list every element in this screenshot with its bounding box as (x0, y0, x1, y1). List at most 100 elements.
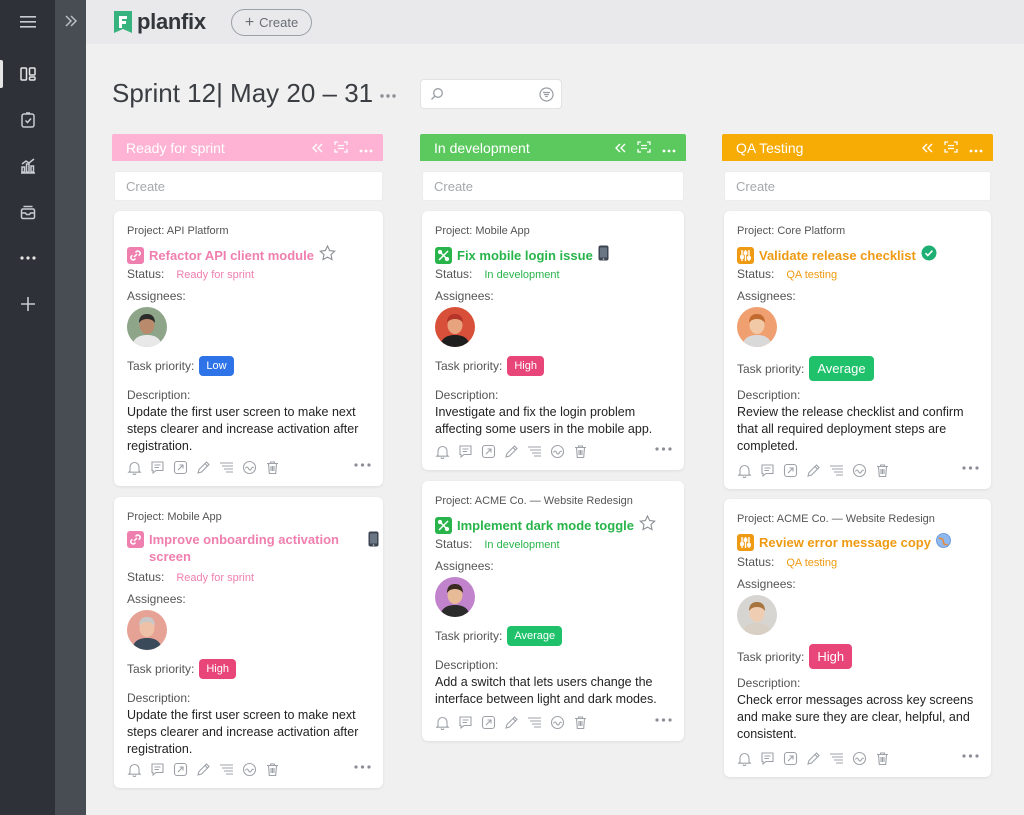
card-title[interactable]: Fix mobile login issue (457, 247, 593, 264)
tasks-icon[interactable] (0, 100, 55, 140)
priority-badge[interactable]: High (809, 644, 853, 669)
collapse-column-icon[interactable] (311, 140, 323, 156)
card-title[interactable]: Review error message copy (759, 534, 931, 551)
collapse-column-icon[interactable] (921, 140, 933, 156)
activity-icon[interactable] (850, 749, 868, 767)
priority-badge[interactable]: Average (507, 626, 563, 646)
comment-icon[interactable] (148, 760, 166, 778)
share-icon[interactable] (781, 461, 799, 479)
analytics-icon[interactable] (0, 146, 55, 186)
card-more-icon[interactable] (655, 438, 672, 456)
task-card-3[interactable]: Project: Mobile App Fix mobile login iss… (422, 211, 684, 470)
planfix-logo[interactable]: planfix (113, 9, 206, 35)
card-title[interactable]: Improve onboarding activation screen (149, 531, 349, 565)
activity-icon[interactable] (548, 713, 566, 731)
avatar[interactable] (127, 610, 167, 650)
bell-icon[interactable] (433, 442, 451, 460)
focus-column-icon[interactable] (637, 140, 651, 156)
add-icon[interactable] (0, 284, 55, 324)
create-button[interactable]: + Create (231, 9, 312, 36)
checklist-icon[interactable] (827, 749, 845, 767)
card-title-row[interactable]: Fix mobile login issue (435, 245, 609, 265)
share-icon[interactable] (171, 760, 189, 778)
edit-icon[interactable] (502, 442, 520, 460)
column-more-icon[interactable] (969, 140, 983, 156)
create-task-input[interactable]: Create (724, 171, 991, 201)
create-task-input[interactable]: Create (422, 171, 684, 201)
edit-icon[interactable] (194, 458, 212, 476)
share-icon[interactable] (781, 749, 799, 767)
task-card-5[interactable]: Project: Core Platform Validate release … (724, 211, 991, 489)
edit-icon[interactable] (804, 749, 822, 767)
task-card-2[interactable]: Project: Mobile App Improve onboarding a… (114, 497, 383, 788)
checklist-icon[interactable] (217, 760, 235, 778)
share-icon[interactable] (479, 442, 497, 460)
priority-badge[interactable]: Average (809, 356, 874, 381)
edit-icon[interactable] (194, 760, 212, 778)
focus-column-icon[interactable] (334, 140, 348, 156)
focus-column-icon[interactable] (944, 140, 958, 156)
checklist-icon[interactable] (217, 458, 235, 476)
trash-icon[interactable] (873, 749, 891, 767)
column-more-icon[interactable] (359, 140, 373, 156)
card-more-icon[interactable] (354, 756, 371, 774)
trash-icon[interactable] (263, 760, 281, 778)
comment-icon[interactable] (456, 713, 474, 731)
comment-icon[interactable] (456, 442, 474, 460)
menu-icon[interactable] (0, 2, 55, 42)
card-title-row[interactable]: Improve onboarding activation screen (127, 531, 379, 565)
checklist-icon[interactable] (525, 713, 543, 731)
checklist-icon[interactable] (827, 461, 845, 479)
share-icon[interactable] (479, 713, 497, 731)
card-title-row[interactable]: Review error message copy (737, 533, 951, 552)
avatar[interactable] (435, 577, 475, 617)
trash-icon[interactable] (263, 458, 281, 476)
priority-badge[interactable]: High (199, 659, 236, 679)
create-task-input[interactable]: Create (114, 171, 383, 201)
share-icon[interactable] (171, 458, 189, 476)
avatar[interactable] (127, 307, 167, 347)
bell-icon[interactable] (125, 458, 143, 476)
card-title-row[interactable]: Implement dark mode toggle (435, 514, 656, 535)
avatar[interactable] (737, 595, 777, 635)
more-icon[interactable] (0, 238, 55, 278)
filter-icon[interactable] (539, 87, 554, 107)
bell-icon[interactable] (735, 461, 753, 479)
task-card-1[interactable]: Project: API Platform Refactor API clien… (114, 211, 383, 486)
bell-icon[interactable] (125, 760, 143, 778)
expand-panel-icon[interactable] (55, 6, 86, 36)
comment-icon[interactable] (758, 461, 776, 479)
card-title[interactable]: Validate release checklist (759, 247, 916, 264)
inbox-icon[interactable] (0, 192, 55, 232)
avatar[interactable] (737, 307, 777, 347)
column-more-icon[interactable] (662, 140, 676, 156)
priority-badge[interactable]: High (507, 356, 544, 376)
bell-icon[interactable] (433, 713, 451, 731)
card-title-row[interactable]: Refactor API client module (127, 244, 336, 265)
card-more-icon[interactable] (962, 745, 979, 763)
search-input[interactable] (420, 79, 562, 109)
activity-icon[interactable] (548, 442, 566, 460)
task-card-6[interactable]: Project: ACME Co. — Website Redesign Rev… (724, 499, 991, 777)
boards-icon[interactable] (0, 54, 55, 94)
activity-icon[interactable] (240, 458, 258, 476)
edit-icon[interactable] (502, 713, 520, 731)
checklist-icon[interactable] (525, 442, 543, 460)
priority-badge[interactable]: Low (199, 356, 234, 376)
page-options-icon[interactable] (379, 86, 397, 104)
comment-icon[interactable] (148, 458, 166, 476)
comment-icon[interactable] (758, 749, 776, 767)
bell-icon[interactable] (735, 749, 753, 767)
activity-icon[interactable] (850, 461, 868, 479)
activity-icon[interactable] (240, 760, 258, 778)
collapse-column-icon[interactable] (614, 140, 626, 156)
card-more-icon[interactable] (354, 454, 371, 472)
task-card-4[interactable]: Project: ACME Co. — Website Redesign Imp… (422, 481, 684, 741)
card-more-icon[interactable] (962, 457, 979, 475)
trash-icon[interactable] (873, 461, 891, 479)
card-title[interactable]: Refactor API client module (149, 247, 314, 264)
trash-icon[interactable] (571, 713, 589, 731)
edit-icon[interactable] (804, 461, 822, 479)
card-title-row[interactable]: Validate release checklist (737, 245, 937, 265)
trash-icon[interactable] (571, 442, 589, 460)
